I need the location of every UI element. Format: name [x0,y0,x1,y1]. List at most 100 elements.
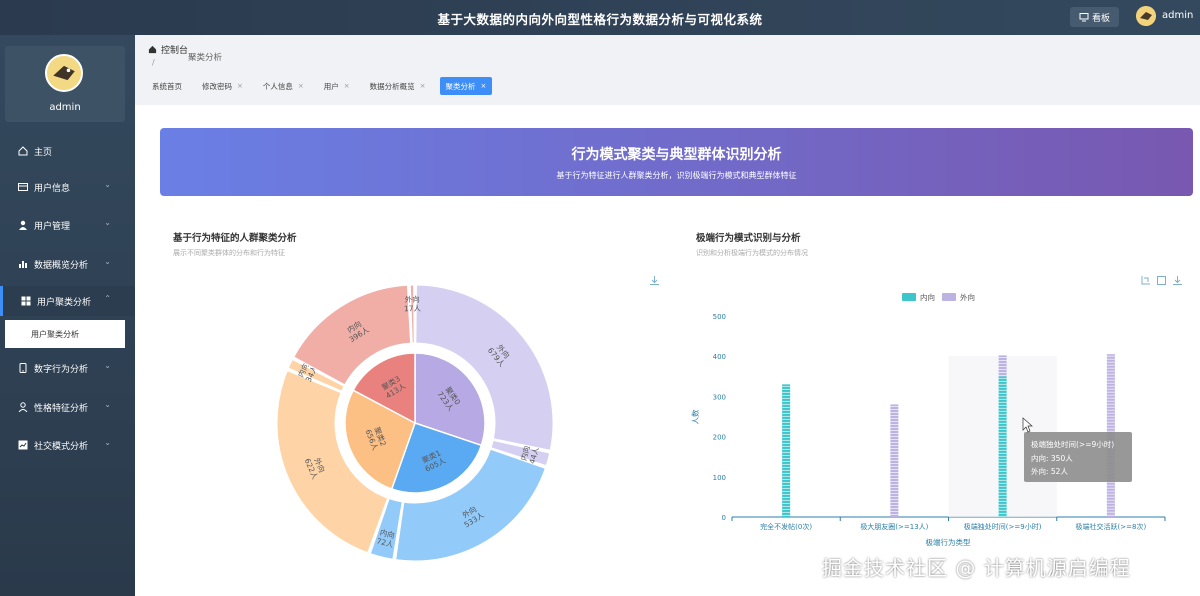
y-tick-label: 400 [713,353,726,361]
sidebar-item-label: 用户聚类分析 [37,297,92,308]
grid-icon [21,296,31,306]
right-panel-title: 极端行为模式识别与分析 [696,233,801,244]
tab-label: 修改密码 [202,81,232,91]
tab-home[interactable]: 系统首页 [146,77,188,95]
chevron-down-icon: ⌄ [104,400,111,409]
sidebar-item-label: 数据概览分析 [34,260,89,271]
profile-name: admin [49,102,81,113]
close-icon[interactable]: × [298,82,304,90]
profile-card: admin [5,46,125,122]
sidebar-item-digital[interactable]: 数字行为分析 ⌄ [0,353,135,383]
sidebar-item-label: 用户管理 [34,221,71,232]
tooltip-line: 内向: 350人 [1031,453,1073,463]
x-axis-label: 极端行为类型 [926,537,971,547]
tab-bar: 系统首页 修改密码 × 个人信息 × 用户 × 数据分析概览 × 聚类分析 × [146,77,500,95]
chevron-down-icon: ⌄ [104,257,111,266]
y-tick-label: 200 [713,434,726,442]
sidebar: admin 主页 用户信息 ⌄ 用户管理 ⌄ 数据概览分析 ⌄ 用户聚类分析 ⌃… [0,35,135,596]
tab-personal-info[interactable]: 个人信息 × [257,77,310,95]
y-tick-label: 500 [713,313,726,321]
top-avatar[interactable] [1136,6,1156,26]
sidebar-item-personality[interactable]: 性格特征分析 ⌄ [0,392,135,422]
banner-title: 行为模式聚类与典型群体识别分析 [571,147,782,163]
sidebar-item-user-manage[interactable]: 用户管理 ⌄ [0,210,135,240]
submenu-item-cluster[interactable]: 用户聚类分析 [5,320,125,348]
avatar [45,54,83,92]
avatar-image-icon [1136,6,1156,26]
banner: 行为模式聚类与典型群体识别分析 基于行为特征进行人群聚类分析，识别极端行为模式和… [160,128,1193,196]
outer-slice[interactable] [409,284,415,344]
bar[interactable] [998,376,1007,517]
legend-label[interactable]: 外向 [960,292,975,302]
legend-swatch[interactable] [902,293,916,301]
tab-label: 系统首页 [152,81,182,91]
chevron-down-icon: ⌄ [104,218,111,227]
y-axis-label: 人数 [690,409,700,424]
close-icon[interactable]: × [344,82,350,90]
x-tick-label: 极端独处时间(>=9小时) [964,522,1042,531]
top-username[interactable]: admin [1162,10,1193,21]
tooltip-line: 外向: 52人 [1031,466,1068,476]
breadcrumb-current: 聚类分析 [188,53,223,63]
sidebar-item-social[interactable]: 社交模式分析 ⌄ [0,430,135,460]
chevron-down-icon: ⌄ [104,361,111,370]
tab-cluster-analysis[interactable]: 聚类分析 × [439,77,493,95]
breadcrumb-separator: / [152,58,155,67]
kanban-button[interactable]: 看板 [1070,7,1119,27]
x-tick-label: 极大朋友圈(>=13人) [860,522,928,531]
close-icon[interactable]: × [237,82,243,90]
person-icon [18,402,28,412]
breadcrumb-home[interactable]: 控制台 [161,43,188,56]
sidebar-item-label: 社交模式分析 [34,441,89,452]
sidebar-item-label: 数字行为分析 [34,364,89,375]
chevron-down-icon: ⌄ [104,180,111,189]
tab-label: 用户 [323,81,339,91]
chevron-up-icon: ⌃ [104,294,111,303]
close-icon[interactable]: × [420,82,426,90]
tab-data-overview[interactable]: 数据分析概览 × [364,77,432,95]
left-panel-subtitle: 展示不同聚类群体的分布和行为特征 [173,249,285,257]
monitor-icon [1079,13,1089,22]
bar[interactable] [998,355,1007,377]
top-bar: 基于大数据的内向外向型性格行为数据分析与可视化系统 看板 admin [0,0,1200,35]
cluster-sunburst-chart: 聚类0723人外向679人内向44人聚类1605人外向533人内向72人聚类26… [276,284,554,562]
y-tick-label: 100 [713,474,726,482]
tab-label: 数据分析概览 [369,81,415,91]
banner-subtitle: 基于行为特征进行人群聚类分析，识别极端行为模式和典型群体特征 [556,171,797,180]
sidebar-item-cluster[interactable]: 用户聚类分析 ⌃ [0,286,135,316]
tab-label: 聚类分析 [445,81,476,91]
card-icon [18,183,28,191]
outer-slice-label: 外向17人 [404,294,422,313]
tooltip-title: 极端独处时间(>=9小时) [1031,439,1114,449]
chevron-down-icon: ⌄ [104,438,111,447]
legend-label[interactable]: 内向 [920,292,935,302]
bar-chart-icon [19,261,27,268]
right-panel-subtitle: 识别和分析极端行为模式的分布情况 [696,249,808,257]
left-panel-title: 基于行为特征的人群聚类分析 [173,233,297,244]
tab-user[interactable]: 用户 × [318,77,356,95]
tab-change-password[interactable]: 修改密码 × [196,77,249,95]
chart-box-icon [18,440,28,450]
sidebar-item-label: 用户信息 [34,183,71,194]
sidebar-item-home[interactable]: 主页 [0,136,135,166]
sidebar-item-label: 主页 [34,147,53,158]
watermark: 掘金技术社区 @ 计算机源启编程 [822,556,1131,580]
legend-swatch[interactable] [942,293,956,301]
x-tick-label: 极端社交活跃(>=8次) [1076,522,1147,531]
y-tick-label: 0 [722,514,726,522]
home-icon [148,45,157,54]
tab-label: 个人信息 [262,81,293,91]
y-tick-label: 300 [713,393,726,401]
download-icon[interactable] [649,275,660,286]
sidebar-item-user-info[interactable]: 用户信息 ⌄ [0,172,135,202]
avatar-image-icon [47,56,81,90]
chart-tooltip: 极端独处时间(>=9小时) 内向: 350人外向: 52人 [1024,432,1132,482]
home-icon [18,146,28,156]
phone-icon [19,363,27,373]
close-icon[interactable]: × [481,82,487,90]
breadcrumb: 控制台 [148,43,188,56]
app-title: 基于大数据的内向外向型性格行为数据分析与可视化系统 [437,12,763,27]
extreme-behavior-bar-chart: 内向 外向 0 100 200 300 400 500 人数极端行为类型 完全不发帖(0次) 极大朋… [690,292,1166,547]
sidebar-item-data-overview[interactable]: 数据概览分析 ⌄ [0,249,135,279]
user-icon [19,220,27,230]
